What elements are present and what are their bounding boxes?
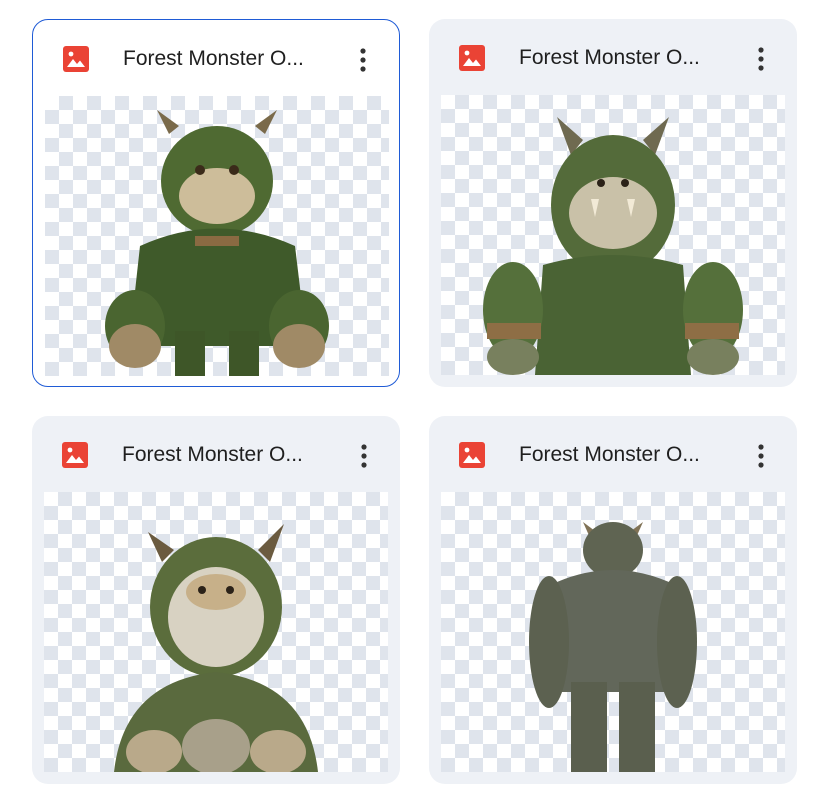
file-card[interactable]: Forest Monster O... <box>429 416 797 784</box>
file-card-header: Forest Monster O... <box>32 416 400 492</box>
forest-monster-image <box>114 524 318 772</box>
image-file-icon <box>62 442 88 468</box>
more-options-icon[interactable] <box>743 438 779 474</box>
forest-monster-image <box>529 522 697 772</box>
file-title: Forest Monster O... <box>122 443 303 466</box>
file-card[interactable]: Forest Monster O... <box>429 19 797 387</box>
file-card-header: Forest Monster O... <box>429 19 797 95</box>
image-preview[interactable] <box>441 492 785 772</box>
file-card-header: Forest Monster O... <box>33 20 399 96</box>
more-options-icon[interactable] <box>743 41 779 77</box>
image-file-icon <box>459 45 485 71</box>
file-card[interactable]: Forest Monster O... <box>32 416 400 784</box>
more-options-icon[interactable] <box>345 42 381 78</box>
more-options-icon[interactable] <box>346 438 382 474</box>
file-title: Forest Monster O... <box>123 47 304 70</box>
file-card-header: Forest Monster O... <box>429 416 797 492</box>
file-card[interactable]: Forest Monster O... <box>32 19 400 387</box>
forest-monster-image <box>105 110 329 376</box>
image-file-icon <box>459 442 485 468</box>
image-preview[interactable] <box>45 96 389 376</box>
file-title: Forest Monster O... <box>519 443 700 466</box>
forest-monster-image <box>483 117 743 375</box>
image-preview[interactable] <box>441 95 785 375</box>
image-file-icon <box>63 46 89 72</box>
image-preview[interactable] <box>44 492 388 772</box>
file-title: Forest Monster O... <box>519 46 700 69</box>
